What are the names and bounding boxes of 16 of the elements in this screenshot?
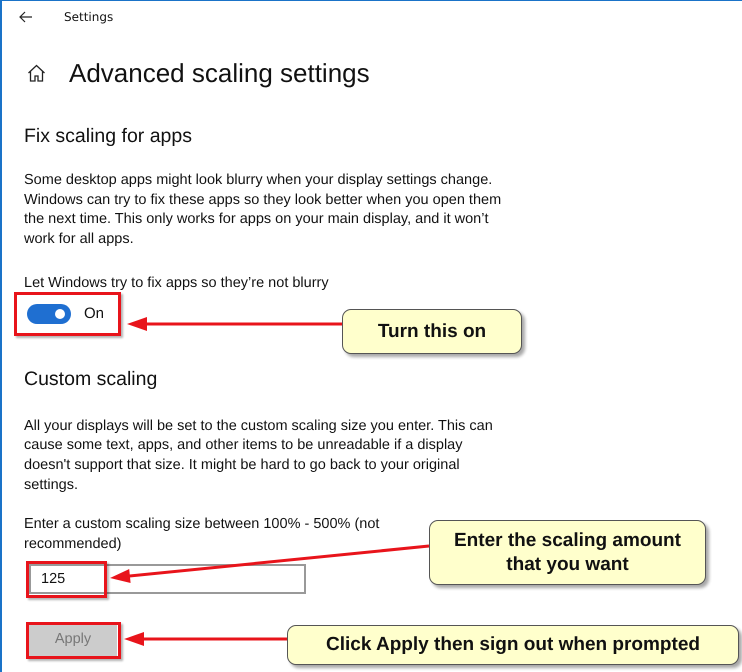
callout-note: Enter the scaling amount that you want <box>429 520 706 585</box>
toggle-state-text: On <box>84 305 104 322</box>
scaling-input-field[interactable]: 125 <box>29 564 306 594</box>
home-icon[interactable] <box>27 64 46 82</box>
section-heading: Custom scaling <box>24 368 158 390</box>
setting-label: Enter a custom scaling size between 100% - 500% (not recommended) <box>24 515 380 554</box>
callout-note: Turn this on <box>342 309 522 354</box>
page-title: Advanced scaling settings <box>69 58 370 88</box>
toggle-switch[interactable] <box>27 304 71 324</box>
section-description: Some desktop apps might look blurry when your display settings change. Windows can try to fix these apps so they look better when you open them the next time. This only works for apps on your main display, and it won’t work for all apps. <box>24 171 502 250</box>
window-title: Settings <box>64 10 114 24</box>
section-description: All your displays will be set to the custom scaling size you enter. This can cause some text, apps, and other items to be unreadable if a display doesn't support that size. It might be hard to go back to your original settings. <box>24 416 494 495</box>
back-arrow-icon[interactable] <box>19 11 33 23</box>
callout-note: Click Apply then sign out when prompted <box>287 625 739 665</box>
section-heading: Fix scaling for apps <box>24 125 193 147</box>
setting-label: Let Windows try to fix apps so they’re not blurry <box>24 274 330 293</box>
